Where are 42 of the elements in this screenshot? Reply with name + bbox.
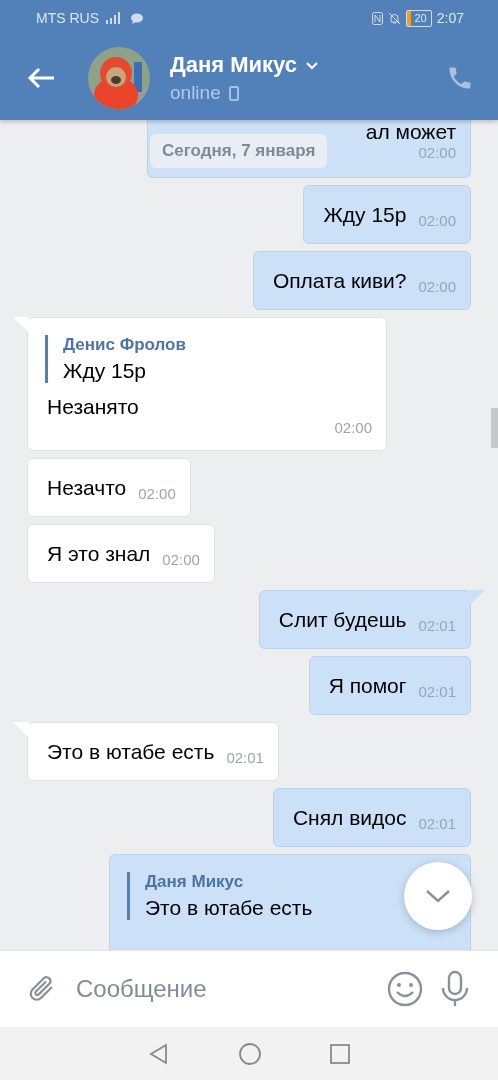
chevron-down-icon[interactable] — [425, 889, 451, 903]
message-text: Это в ютабе есть — [47, 740, 215, 764]
battery-level: 20 — [405, 9, 432, 27]
message-text: Жду 15р — [323, 203, 407, 227]
scrollbar[interactable] — [491, 408, 498, 448]
message-time: 02:00 — [138, 485, 176, 502]
back-nav-icon[interactable] — [148, 1042, 170, 1065]
home-nav-icon[interactable] — [238, 1041, 262, 1066]
nfc-icon — [371, 11, 383, 25]
reply-author: Даня Микус — [145, 872, 245, 892]
message-time: 02:00 — [162, 551, 200, 568]
chevron-down-icon[interactable] — [304, 60, 319, 70]
reply-text: Это в ютабе есть — [145, 896, 314, 920]
smiley-icon[interactable] — [386, 970, 424, 1008]
date-label: Сегодня, 7 января — [150, 134, 328, 168]
clock: 2:07 — [436, 10, 464, 26]
message-time: 02:00 — [418, 144, 456, 161]
microphone-icon[interactable] — [440, 970, 470, 1008]
message-time: 02:01 — [418, 815, 456, 832]
message-time: 02:00 — [418, 278, 456, 295]
message-text: Незанято — [47, 395, 140, 419]
contact-name[interactable]: Даня Микус — [170, 52, 297, 78]
message-text: ал может — [365, 120, 456, 144]
carrier-name: MTS RUS — [36, 10, 99, 26]
message-text: Я это знал — [47, 542, 151, 566]
chat-icon — [131, 12, 143, 24]
message-time: 02:00 — [418, 212, 456, 229]
message-time: 02:01 — [418, 617, 456, 634]
message-time: 02:01 — [418, 683, 456, 700]
message-text: Слит будешь — [278, 608, 407, 632]
message-text: Я помог — [328, 674, 407, 698]
message-time: 02:00 — [334, 419, 372, 436]
online-status: online — [170, 82, 221, 104]
message-text: Снял видос — [292, 806, 407, 830]
message-time: 02:01 — [226, 749, 264, 766]
message-text: Оплата киви? — [272, 269, 407, 293]
reply-text: Жду 15р — [63, 359, 147, 383]
recents-nav-icon[interactable] — [330, 1043, 350, 1064]
phone-device-icon — [228, 85, 239, 101]
message-text: Незачто — [47, 476, 127, 500]
reply-author: Денис Фролов — [63, 335, 187, 355]
muted-bell-icon — [387, 11, 401, 25]
